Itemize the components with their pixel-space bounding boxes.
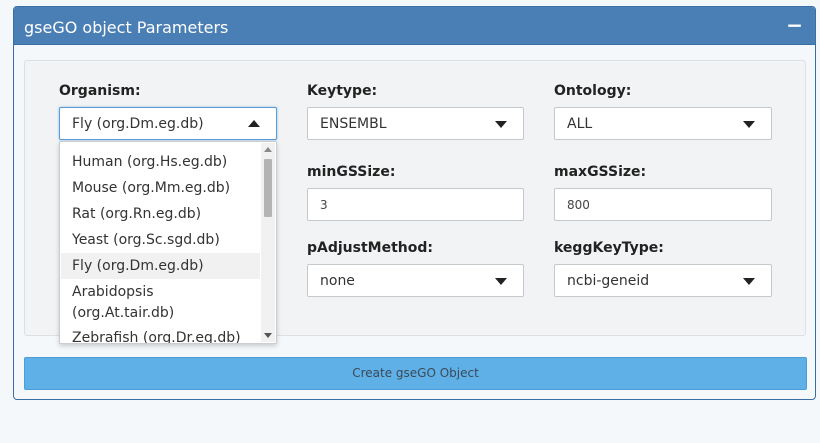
organism-option-arabidopsis-db: (org.At.tair.db) (72, 305, 175, 321)
scroll-thumb[interactable] (264, 159, 272, 217)
keggkeytype-label: keggKeyType: (554, 240, 664, 256)
keytype-label: Keytype: (307, 83, 378, 99)
keggkeytype-value: ncbi-geneid (567, 273, 650, 289)
organism-option-rat[interactable]: Rat (org.Rn.eg.db) (61, 204, 260, 224)
organism-option-fly[interactable]: Fly (org.Dm.eg.db) (61, 253, 260, 279)
organism-dropdown-list: Human (org.Hs.eg.db) Mouse (org.Mm.eg.db… (59, 141, 277, 344)
keytype-select[interactable]: ENSEMBL (307, 107, 524, 140)
organism-value: Fly (org.Dm.eg.db) (72, 116, 204, 132)
chevron-down-icon (495, 121, 507, 128)
chevron-down-icon (495, 278, 507, 285)
organism-option-arabidopsis[interactable]: Arabidopsis (61, 282, 260, 302)
keytype-value: ENSEMBL (320, 116, 387, 132)
ontology-label: Ontology: (554, 83, 632, 99)
dropdown-scrollbar[interactable] (261, 143, 275, 342)
organism-option-yeast[interactable]: Yeast (org.Sc.sgd.db) (61, 230, 260, 250)
scroll-up-arrow-icon[interactable] (264, 147, 272, 152)
organism-option-zebrafish[interactable]: Zebrafish (org.Dr.eg.db) (61, 328, 260, 343)
organism-option-human[interactable]: Human (org.Hs.eg.db) (61, 152, 260, 172)
panel-header: gseGO object Parameters − (14, 7, 815, 45)
padjustmethod-label: pAdjustMethod: (307, 240, 433, 256)
chevron-down-icon (743, 278, 755, 285)
collapse-icon[interactable]: − (786, 13, 803, 37)
mingssize-label: minGSSize: (307, 164, 396, 180)
padjustmethod-select[interactable]: none (307, 264, 524, 297)
panel-title: gseGO object Parameters (24, 18, 229, 37)
organism-option-mouse[interactable]: Mouse (org.Mm.eg.db) (61, 178, 260, 198)
keggkeytype-select[interactable]: ncbi-geneid (554, 264, 772, 297)
padjustmethod-value: none (320, 273, 355, 289)
organism-select[interactable]: Fly (org.Dm.eg.db) (59, 107, 277, 140)
chevron-down-icon (743, 121, 755, 128)
create-gsego-object-button[interactable]: Create gseGO Object (24, 357, 807, 390)
chevron-up-icon (248, 120, 260, 127)
organism-label: Organism: (59, 83, 141, 99)
maxgssize-input[interactable] (554, 188, 772, 221)
ontology-select[interactable]: ALL (554, 107, 772, 140)
scroll-down-arrow-icon[interactable] (264, 333, 272, 338)
ontology-value: ALL (567, 116, 593, 132)
maxgssize-label: maxGSSize: (554, 164, 647, 180)
mingssize-input[interactable] (307, 188, 524, 221)
